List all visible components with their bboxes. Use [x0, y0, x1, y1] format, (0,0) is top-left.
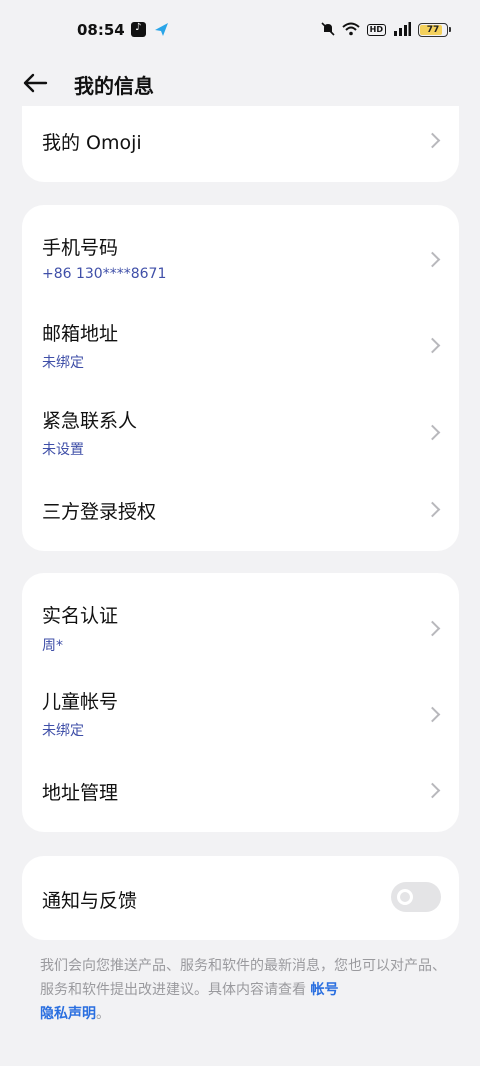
plane-app-icon — [154, 22, 169, 37]
chevron-right-icon — [427, 618, 441, 640]
third-party-login-label: 三方登录授权 — [42, 501, 157, 523]
emergency-contact-row[interactable]: 紧急联系人 未设置 — [22, 388, 459, 475]
address-management-label: 地址管理 — [42, 782, 119, 804]
back-arrow-icon — [23, 73, 48, 93]
omoji-label: 我的 Omoji — [42, 132, 142, 154]
phone-row[interactable]: 手机号码 +86 130****8671 — [22, 205, 459, 301]
footnote-end: 。 — [96, 1006, 110, 1022]
signal-icon — [393, 21, 411, 39]
notification-label: 通知与反馈 — [42, 890, 138, 912]
phone-value: +86 130****8671 — [42, 266, 167, 282]
notification-toggle[interactable] — [391, 882, 441, 912]
omoji-card: 我的 Omoji — [22, 106, 459, 182]
realname-label: 实名认证 — [42, 605, 119, 627]
wifi-icon — [341, 22, 360, 39]
email-label: 邮箱地址 — [42, 323, 119, 345]
address-management-row[interactable]: 地址管理 — [22, 756, 459, 832]
toggle-knob — [397, 889, 413, 905]
email-value: 未绑定 — [42, 355, 84, 371]
realname-value: 周* — [42, 638, 63, 654]
chevron-right-icon — [427, 422, 441, 444]
back-button[interactable] — [18, 68, 52, 98]
contact-card: 手机号码 +86 130****8671 邮箱地址 未绑定 紧急联系人 未设置 … — [22, 205, 459, 551]
child-account-value: 未绑定 — [42, 723, 84, 739]
chevron-right-icon — [427, 780, 441, 802]
email-row[interactable]: 邮箱地址 未绑定 — [22, 301, 459, 388]
status-time: 08:54 — [77, 21, 125, 39]
account-link[interactable]: 帐号 — [310, 982, 338, 998]
app-header: 我的信息 — [0, 60, 480, 106]
chevron-right-icon — [427, 335, 441, 357]
emergency-contact-value: 未设置 — [42, 442, 84, 458]
chevron-right-icon — [427, 249, 441, 271]
hd-icon: HD — [366, 24, 386, 36]
tiktok-icon — [131, 22, 146, 37]
child-account-label: 儿童帐号 — [42, 691, 119, 713]
identity-card: 实名认证 周* 儿童帐号 未绑定 地址管理 — [22, 573, 459, 832]
child-account-row[interactable]: 儿童帐号 未绑定 — [22, 669, 459, 756]
omoji-row[interactable]: 我的 Omoji — [22, 106, 459, 176]
battery-icon: 77 — [418, 23, 451, 37]
footnote-text: 我们会向您推送产品、服务和软件的最新消息，您也可以对产品、服务和软件提出改进建议… — [40, 958, 446, 998]
chevron-right-icon — [427, 130, 441, 152]
privacy-statement-link[interactable]: 隐私声明 — [40, 1006, 96, 1022]
privacy-footnote: 我们会向您推送产品、服务和软件的最新消息，您也可以对产品、服务和软件提出改进建议… — [40, 954, 450, 1026]
third-party-login-row[interactable]: 三方登录授权 — [22, 475, 459, 551]
battery-level: 77 — [426, 25, 440, 35]
emergency-contact-label: 紧急联系人 — [42, 410, 138, 432]
chevron-right-icon — [427, 704, 441, 726]
phone-label: 手机号码 — [42, 237, 119, 259]
status-bar: 08:54 HD 77 — [0, 0, 480, 60]
page-title: 我的信息 — [74, 74, 154, 98]
mute-icon — [321, 21, 335, 39]
realname-row[interactable]: 实名认证 周* — [22, 573, 459, 669]
chevron-right-icon — [427, 499, 441, 521]
notification-card: 通知与反馈 — [22, 856, 459, 940]
